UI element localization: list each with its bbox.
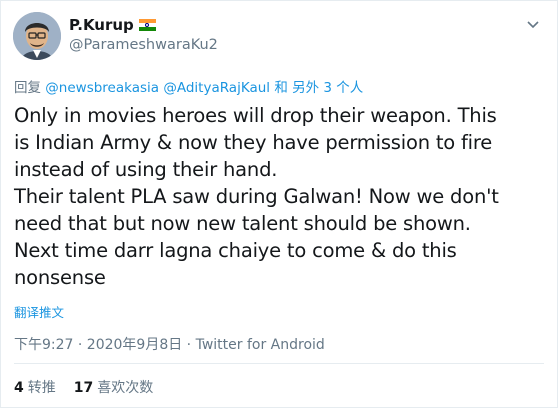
mention-link[interactable]: @AdityaRajKaul xyxy=(163,80,270,96)
tweet-stats: 4 转推 17 喜欢次数 xyxy=(14,377,171,397)
retweets-count: 4 xyxy=(14,380,24,396)
user-handle[interactable]: @ParameshwaraKu2 xyxy=(69,37,218,53)
reply-prefix: 回复 xyxy=(14,80,41,96)
tweet-header: P.Kurup @ParameshwaraKu2 xyxy=(13,12,218,60)
reply-and[interactable]: 和 xyxy=(274,80,288,96)
retweets-label: 转推 xyxy=(27,380,56,396)
likes-label: 喜欢次数 xyxy=(97,380,154,396)
avatar[interactable] xyxy=(13,12,61,60)
user-names: P.Kurup @ParameshwaraKu2 xyxy=(69,16,218,60)
chevron-down-icon[interactable] xyxy=(523,15,543,35)
retweets-stat[interactable]: 4 转推 xyxy=(14,377,56,397)
likes-count: 17 xyxy=(73,380,94,396)
translate-tweet-link[interactable]: 翻译推文 xyxy=(14,302,64,321)
display-name-row[interactable]: P.Kurup xyxy=(69,16,218,34)
mention-link[interactable]: @newsbreakasia xyxy=(45,80,159,96)
tweet-card: P.Kurup @ParameshwaraKu2 回复 @newsbreakas… xyxy=(0,0,558,408)
tweet-text: Only in movies heroes will drop their we… xyxy=(14,104,499,289)
likes-stat[interactable]: 17 喜欢次数 xyxy=(74,377,153,397)
india-flag-icon xyxy=(138,19,156,31)
tweet-timestamp[interactable]: 下午9:27 · 2020年9月8日 · Twitter for Android xyxy=(14,334,325,354)
reply-others-link[interactable]: 另外 3 个人 xyxy=(292,80,363,96)
divider xyxy=(14,363,544,364)
reply-context: 回复 @newsbreakasia @AdityaRajKaul 和 另外 3 … xyxy=(14,76,363,96)
display-name[interactable]: P.Kurup xyxy=(69,16,134,34)
avatar-image xyxy=(13,12,61,60)
